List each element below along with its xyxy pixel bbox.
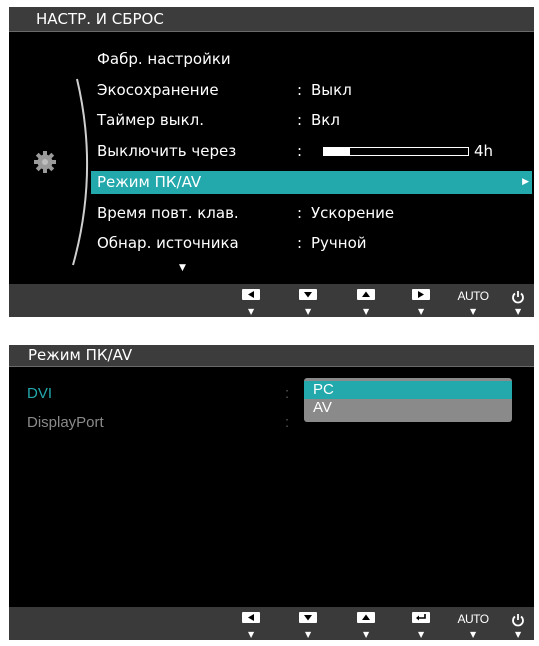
auto-label: AUTO — [457, 289, 489, 303]
menu-item-source-detection[interactable]: Обнар. источника : Ручной — [97, 232, 534, 255]
down-key-icon — [299, 612, 317, 623]
turn-off-slider[interactable] — [323, 147, 469, 156]
auto-button[interactable]: AUTO ▼ — [455, 289, 491, 316]
menu-item-label: Режим ПК/AV — [97, 173, 202, 191]
option-label: DisplayPort — [27, 414, 104, 431]
scroll-down-icon[interactable]: ▼ — [179, 263, 186, 273]
menu-item-factory-reset[interactable]: Фабр. настройки — [97, 48, 534, 71]
down-key-icon — [299, 289, 317, 300]
tick-icon: ▼ — [418, 307, 425, 316]
tick-icon: ▼ — [515, 307, 522, 316]
left-key-button[interactable]: ▼ — [238, 289, 264, 316]
separator: : — [285, 385, 290, 402]
power-button[interactable]: ▼ — [505, 612, 531, 639]
separator: : — [297, 81, 303, 99]
menu-item-value: Вкл — [311, 111, 340, 129]
menu-item-value: Выкл — [311, 81, 352, 99]
menu-item-label: Обнар. источника — [97, 234, 239, 252]
separator: : — [297, 111, 303, 129]
separator: : — [297, 204, 303, 222]
menu-item-key-repeat-time[interactable]: Время повт. клав. : Ускорение — [97, 202, 534, 225]
menu-item-eco-saving[interactable]: Экосохранение : Выкл — [97, 79, 534, 102]
menu-item-off-timer[interactable]: Таймер выкл. : Вкл — [97, 109, 534, 132]
menu-item-label: Время повт. клав. — [97, 204, 239, 222]
gear-icon — [34, 151, 56, 173]
left-key-icon — [242, 289, 260, 300]
auto-label: AUTO — [457, 612, 489, 626]
tick-icon: ▼ — [248, 307, 255, 316]
separator: : — [297, 234, 303, 252]
menu-title: Режим ПК/AV — [9, 345, 534, 367]
menu-item-pc-av-mode[interactable]: Режим ПК/AV ▶ — [91, 171, 532, 194]
tick-icon: ▼ — [515, 630, 522, 639]
tick-icon: ▼ — [305, 307, 312, 316]
navigation-bar: ▼ ▼ ▼ ▼ AUTO ▼ ▼ — [9, 284, 534, 317]
tick-icon: ▼ — [470, 307, 477, 316]
slider-fill — [324, 148, 350, 155]
option-label: DVI — [27, 385, 53, 402]
up-key-icon — [357, 612, 375, 623]
enter-key-button[interactable]: ▼ — [408, 612, 434, 639]
slider-value: 4h — [474, 142, 494, 160]
power-button[interactable]: ▼ — [505, 289, 531, 316]
option-displayport[interactable]: DisplayPort : — [27, 414, 289, 431]
up-key-button[interactable]: ▼ — [353, 612, 379, 639]
down-key-button[interactable]: ▼ — [295, 289, 321, 316]
tick-icon: ▼ — [470, 630, 477, 639]
menu-item-label: Выключить через — [97, 142, 237, 160]
power-icon — [512, 614, 524, 627]
menu-item-value: Ускорение — [311, 204, 395, 222]
down-key-button[interactable]: ▼ — [295, 612, 321, 639]
up-key-icon — [357, 289, 375, 300]
left-key-icon — [242, 612, 260, 623]
mode-dropdown[interactable]: PC AV — [304, 378, 512, 422]
power-icon — [512, 291, 524, 304]
option-dvi[interactable]: DVI : — [27, 385, 289, 402]
tick-icon: ▼ — [248, 630, 255, 639]
settings-reset-menu: НАСТР. И СБРОС Фабр. настройки Экосохран… — [9, 7, 534, 317]
menu-item-label: Экосохранение — [97, 81, 219, 99]
tick-icon: ▼ — [363, 630, 370, 639]
dropdown-option-pc[interactable]: PC — [304, 381, 512, 399]
menu-item-turn-off-after[interactable]: Выключить через : 4h — [97, 140, 534, 163]
up-key-button[interactable]: ▼ — [353, 289, 379, 316]
enter-key-icon — [412, 612, 430, 623]
tick-icon: ▼ — [305, 630, 312, 639]
menu-item-label: Таймер выкл. — [97, 111, 205, 129]
separator: : — [285, 414, 290, 431]
tick-icon: ▼ — [363, 307, 370, 316]
auto-button[interactable]: AUTO ▼ — [455, 612, 491, 639]
menu-item-value: Ручной — [311, 234, 367, 252]
navigation-bar: ▼ ▼ ▼ ▼ AUTO ▼ ▼ — [9, 607, 534, 640]
dropdown-option-av[interactable]: AV — [304, 399, 512, 417]
right-key-icon — [412, 289, 430, 300]
tick-icon: ▼ — [418, 630, 425, 639]
pc-av-mode-menu: Режим ПК/AV DVI : DisplayPort : PC AV ▼ … — [9, 345, 534, 640]
chevron-right-icon: ▶ — [522, 177, 529, 187]
menu-item-label: Фабр. настройки — [97, 50, 231, 68]
right-key-button[interactable]: ▼ — [408, 289, 434, 316]
left-key-button[interactable]: ▼ — [238, 612, 264, 639]
menu-title: НАСТР. И СБРОС — [9, 7, 534, 32]
separator: : — [297, 142, 303, 160]
